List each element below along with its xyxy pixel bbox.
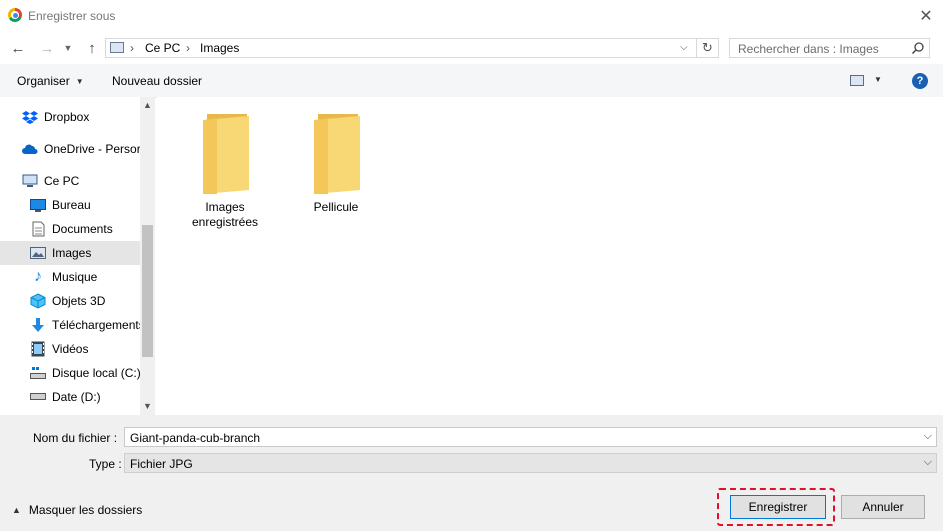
title-bar <box>0 0 943 32</box>
filename-label: Nom du fichier : <box>33 431 118 445</box>
sidebar-item-onedrive[interactable]: OneDrive - Persor <box>22 137 140 161</box>
forward-button[interactable]: → <box>38 39 56 57</box>
sidebar-item-label: Images <box>52 246 92 260</box>
sidebar-item-videos[interactable]: Vidéos <box>30 337 140 361</box>
close-icon: ✕ <box>919 8 933 25</box>
sidebar-item-telechargements[interactable]: Téléchargements <box>30 313 140 337</box>
filename-value: Giant-panda-cub-branch <box>130 431 261 445</box>
sidebar-item-label: Téléchargements <box>52 318 140 332</box>
refresh-button[interactable]: ↻ <box>697 38 719 58</box>
address-bar[interactable]: › Ce PC › Images ⌵ <box>105 38 697 58</box>
arrow-left-icon: ← <box>10 39 26 57</box>
refresh-icon: ↻ <box>702 40 713 55</box>
sidebar-item-label: Dropbox <box>44 110 90 124</box>
chevron-down-icon: ▼ <box>75 76 84 86</box>
view-options-icon[interactable] <box>850 75 864 86</box>
breadcrumb-separator-icon: › <box>130 41 134 55</box>
hide-folders-label: Masquer les dossiers <box>28 503 143 517</box>
folder-label: Images enregistrées <box>191 200 259 229</box>
scroll-up-icon[interactable]: ▲ <box>142 100 153 112</box>
scroll-thumb[interactable] <box>142 225 153 357</box>
sidebar-item-label: Objets 3D <box>52 294 106 308</box>
sidebar-item-label: Ce PC <box>44 174 80 188</box>
sidebar-item-dropbox[interactable]: Dropbox <box>22 105 140 129</box>
sidebar-item-objets-3d[interactable]: Objets 3D <box>30 289 140 313</box>
search-icon <box>911 41 925 58</box>
help-icon[interactable]: ? <box>912 73 928 89</box>
up-button[interactable]: ↑ <box>83 39 101 57</box>
organize-button[interactable]: Organiser ▼ <box>17 74 84 88</box>
folder-label: Pellicule <box>313 200 359 214</box>
chrome-icon <box>8 8 22 22</box>
new-folder-button[interactable]: Nouveau dossier <box>112 74 202 88</box>
save-button[interactable]: Enregistrer <box>730 495 826 519</box>
sidebar-item-label: Vidéos <box>52 342 89 356</box>
back-button[interactable]: ← <box>9 39 27 57</box>
sidebar-item-label: Documents <box>52 222 113 236</box>
type-value: Fichier JPG <box>130 457 193 471</box>
close-button[interactable]: ✕ <box>909 0 943 32</box>
sidebar-item-label: Date (D:) <box>52 390 101 404</box>
music-icon: ♪ <box>34 268 42 285</box>
sidebar-item-date-d[interactable]: Date (D:) <box>30 385 140 409</box>
search-input[interactable]: Rechercher dans : Images <box>729 38 930 58</box>
3d-objects-icon <box>30 293 46 309</box>
sidebar-item-musique[interactable]: ♪ Musique <box>30 265 140 289</box>
address-dropdown-icon[interactable]: ⌵ <box>680 42 688 53</box>
type-label: Type : <box>89 457 122 471</box>
sidebar-item-bureau[interactable]: Bureau <box>30 193 140 217</box>
file-list <box>157 97 943 415</box>
folder-icon <box>197 112 253 194</box>
view-dropdown-icon[interactable]: ▼ <box>874 75 882 84</box>
chevron-down-icon[interactable]: ⌵ <box>924 456 932 469</box>
sidebar-item-label: Bureau <box>52 198 91 212</box>
sidebar-item-documents[interactable]: Documents <box>30 217 140 241</box>
sidebar-item-disque-local-c[interactable]: Disque local (C:) <box>30 361 140 385</box>
sidebar-item-label: Disque local (C:) <box>52 366 140 380</box>
videos-icon <box>30 341 46 357</box>
window-title: Enregistrer sous <box>28 9 116 23</box>
dropbox-icon <box>22 109 38 125</box>
folder-icon <box>308 112 364 194</box>
breadcrumb-separator-icon: › <box>186 41 190 55</box>
cancel-button[interactable]: Annuler <box>841 495 925 519</box>
chevron-up-icon: ▲ <box>12 505 21 515</box>
chevron-down-icon[interactable]: ⌵ <box>924 430 932 443</box>
breadcrumb-images[interactable]: Images <box>200 41 239 55</box>
hide-folders-button[interactable]: ▲ Masquer les dossiers <box>12 503 142 517</box>
drive-icon <box>30 389 46 405</box>
chevron-down-icon: ▼ <box>63 43 73 53</box>
recent-locations-button[interactable]: ▼ <box>62 40 74 56</box>
filename-input[interactable]: Giant-panda-cub-branch ⌵ <box>124 427 937 447</box>
breadcrumb-ce-pc[interactable]: Ce PC <box>145 41 180 55</box>
sidebar-item-label: Musique <box>52 270 98 284</box>
folder-item[interactable]: Pellicule <box>296 112 376 215</box>
computer-icon <box>22 173 38 189</box>
sidebar-item-ce-pc[interactable]: Ce PC <box>22 169 140 193</box>
folder-item[interactable]: Images enregistrées <box>185 112 265 230</box>
sidebar-item-images[interactable]: Images <box>0 241 140 265</box>
arrow-right-icon: → <box>39 39 55 57</box>
onedrive-icon <box>22 141 38 157</box>
scroll-down-icon[interactable]: ▼ <box>142 401 153 413</box>
search-placeholder: Rechercher dans : Images <box>738 42 879 56</box>
arrow-up-icon: ↑ <box>88 39 96 57</box>
images-folder-icon <box>110 42 124 53</box>
organize-label: Organiser <box>17 74 70 88</box>
desktop-icon <box>30 197 46 213</box>
drive-icon <box>30 365 46 381</box>
downloads-icon <box>30 317 46 333</box>
sidebar-item-label: OneDrive - Persor <box>44 142 140 156</box>
documents-icon <box>30 221 46 237</box>
images-icon <box>30 245 46 261</box>
type-select[interactable]: Fichier JPG ⌵ <box>124 453 937 473</box>
